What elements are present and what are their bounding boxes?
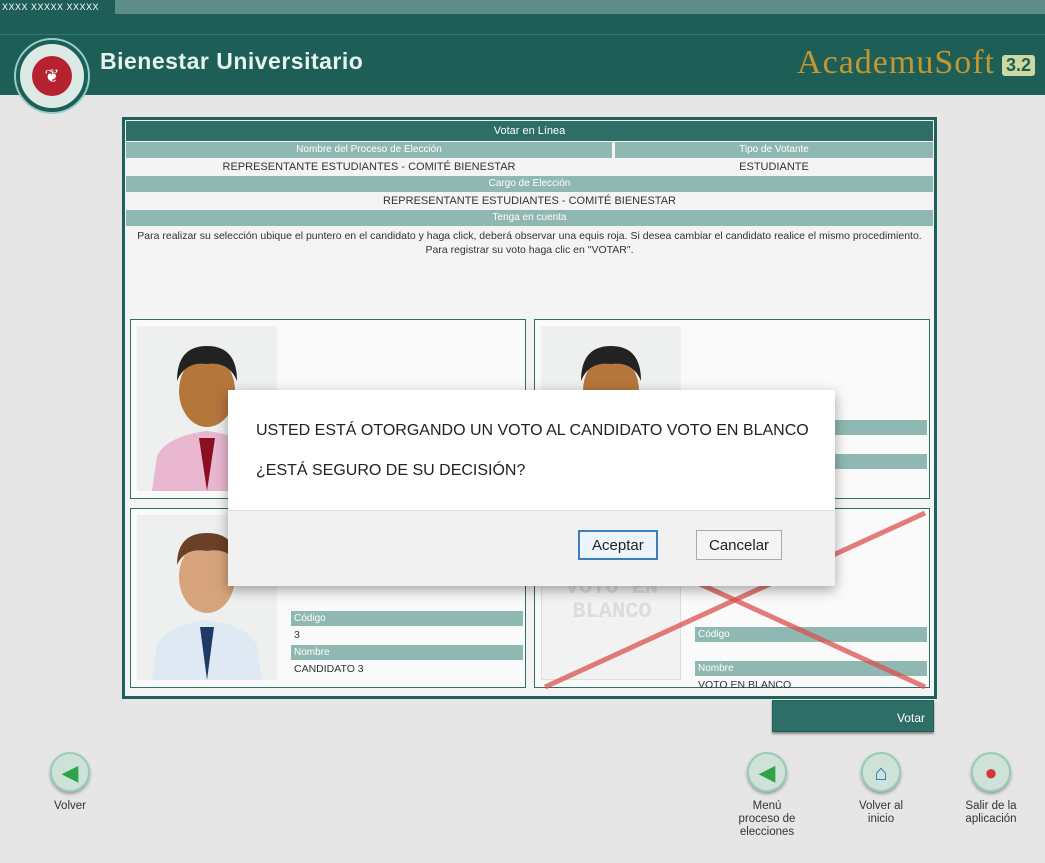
dialog-question: ¿ESTÁ SEGURO DE SU DECISIÓN? bbox=[256, 462, 526, 479]
accept-button[interactable]: Aceptar bbox=[578, 530, 658, 560]
dialog-message: USTED ESTÁ OTORGANDO UN VOTO AL CANDIDAT… bbox=[256, 422, 809, 439]
confirm-dialog: USTED ESTÁ OTORGANDO UN VOTO AL CANDIDAT… bbox=[228, 390, 835, 586]
cancel-button[interactable]: Cancelar bbox=[696, 530, 783, 560]
